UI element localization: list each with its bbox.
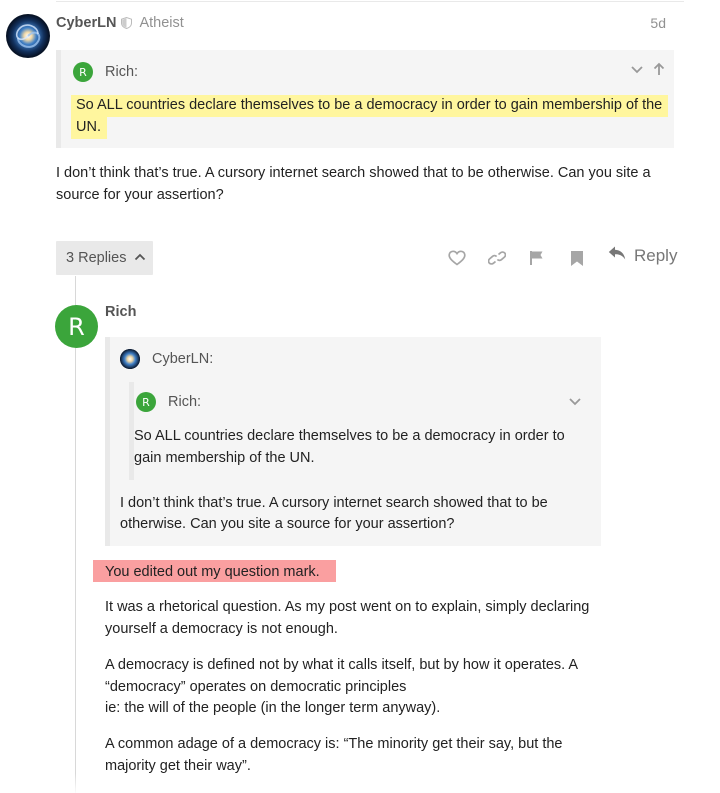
post-body: I don’t think that’s true. A cursory int… <box>56 165 651 203</box>
chevron-up-icon <box>134 250 146 266</box>
quote-title: R Rich: <box>136 392 201 412</box>
nested-quote-block: R Rich: So ALL countries declare themsel… <box>129 382 592 480</box>
divider <box>56 1 684 2</box>
link-icon[interactable] <box>486 248 508 268</box>
username[interactable]: Rich <box>105 304 136 320</box>
shield-icon <box>121 16 133 30</box>
avatar: R <box>73 62 93 82</box>
user-title: Atheist <box>139 15 184 31</box>
reply-button[interactable]: Reply <box>608 246 677 266</box>
chevron-down-icon[interactable] <box>568 394 582 408</box>
replies-toggle-button[interactable]: 3 Replies <box>56 241 153 275</box>
paragraph: It was a rhetorical question. As my post… <box>105 599 590 637</box>
post-header: CyberLN Atheist 5d <box>56 13 676 33</box>
post-date[interactable]: 5d <box>650 15 666 31</box>
username[interactable]: CyberLN <box>56 15 116 31</box>
thread-line <box>75 276 76 793</box>
reply-label: Reply <box>634 246 678 265</box>
heart-icon[interactable] <box>446 248 468 268</box>
avatar-galaxy[interactable] <box>6 14 50 58</box>
bookmark-icon[interactable] <box>566 248 588 268</box>
avatar-galaxy <box>120 349 140 369</box>
quote-author[interactable]: CyberLN: <box>152 351 213 367</box>
quote-title: CyberLN: <box>120 349 213 369</box>
avatar: R <box>136 392 156 412</box>
quote-controls <box>630 62 666 76</box>
paragraph: ie: the will of the people (in the longe… <box>105 700 441 716</box>
quote-controls <box>568 394 582 408</box>
quote-title: R Rich: <box>73 62 138 82</box>
replies-label: 3 Replies <box>66 250 127 266</box>
quote-text: I don’t think that’s true. A cursory int… <box>120 495 548 532</box>
quote-author[interactable]: Rich: <box>105 64 138 80</box>
reply-icon <box>608 246 626 266</box>
post-actions: 3 Replies Reply <box>56 240 684 276</box>
quote-text: So ALL countries declare themselves to b… <box>71 94 671 139</box>
quote-block: R Rich: So ALL countries declare themsel… <box>56 50 674 148</box>
paragraph: A democracy is defined not by what it ca… <box>105 657 578 695</box>
scroll-fade <box>0 773 720 793</box>
avatar[interactable]: R <box>55 305 98 348</box>
arrow-up-icon[interactable] <box>652 62 666 76</box>
paragraph: A common adage of a democracy is: “The m… <box>105 736 563 774</box>
highlighted-text: You edited out my question mark. <box>105 564 320 580</box>
quote-text: So ALL countries declare themselves to b… <box>134 428 565 466</box>
quote-author[interactable]: Rich: <box>168 394 201 410</box>
chevron-down-icon[interactable] <box>630 62 644 76</box>
flag-icon[interactable] <box>526 248 548 268</box>
